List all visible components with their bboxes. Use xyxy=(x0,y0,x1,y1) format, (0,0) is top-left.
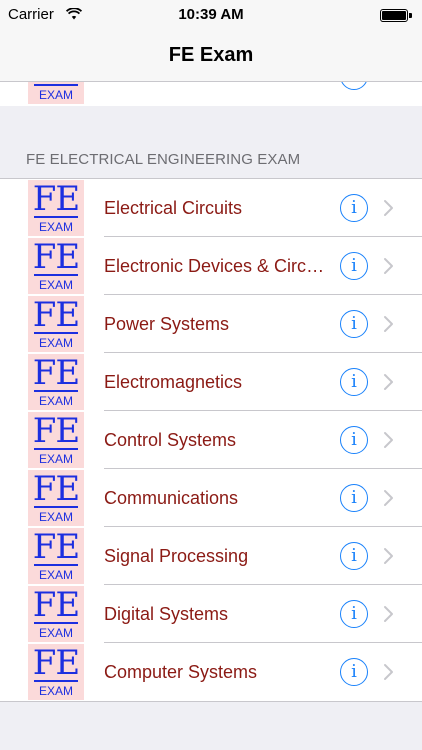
info-icon[interactable]: i xyxy=(340,252,368,280)
logo-rule xyxy=(34,84,78,86)
chevron-right-icon xyxy=(384,490,393,506)
section-header: FE ELECTRICAL ENGINEERING EXAM xyxy=(26,151,301,168)
logo-exam-text: EXAM xyxy=(38,626,73,640)
list-item-power-systems[interactable]: FE EXAM Power Systems i xyxy=(0,295,422,353)
list-item-label: Computer Systems xyxy=(104,662,258,682)
chevron-right-icon xyxy=(384,374,393,390)
list-item-label: Electronic Devices & Circuits xyxy=(104,256,330,276)
logo-exam-text: EXAM xyxy=(38,452,73,466)
fe-exam-logo: FE EXAM xyxy=(28,180,84,236)
logo-exam-text: EXAM xyxy=(38,220,73,234)
logo-exam-text: EXAM xyxy=(38,568,73,582)
logo-rule xyxy=(34,506,78,508)
page-title: FE Exam xyxy=(168,44,254,66)
list-item-label: Communications xyxy=(104,488,239,508)
info-icon[interactable]: i xyxy=(340,310,368,338)
chevron-right-icon xyxy=(384,548,393,564)
chevron-right-icon xyxy=(384,664,393,680)
chevron-right-icon xyxy=(384,316,393,332)
list-item-signal-processing[interactable]: FE EXAM Signal Processing i xyxy=(0,527,422,585)
logo-rule xyxy=(34,274,78,276)
logo-fe-text: FE xyxy=(32,643,80,683)
list-item-label: Signal Processing xyxy=(104,546,249,566)
topic-list: FE EXAM Electrical Circuits i FE EXAM El… xyxy=(0,178,422,702)
list-item-electrical-circuits[interactable]: FE EXAM Electrical Circuits i xyxy=(0,179,422,237)
info-icon[interactable]: i xyxy=(340,368,368,396)
info-icon[interactable]: i xyxy=(340,426,368,454)
navigation-bar: FE Exam xyxy=(0,30,422,82)
logo-fe-text: FE xyxy=(32,237,80,277)
list-item-label: Electrical Circuits xyxy=(104,198,243,218)
list-item-label: Electromagnetics xyxy=(104,372,243,392)
list-item-label: Control Systems xyxy=(104,430,237,450)
chevron-right-icon xyxy=(384,258,393,274)
logo-exam-text: EXAM xyxy=(38,88,73,102)
fe-exam-logo: FE EXAM xyxy=(28,644,84,700)
logo-fe-text: FE xyxy=(32,527,80,567)
logo-fe-text: FE xyxy=(32,179,80,219)
info-icon[interactable]: i xyxy=(340,82,368,90)
fe-exam-logo: FE EXAM xyxy=(28,586,84,642)
fe-exam-logo: FE EXAM xyxy=(28,528,84,584)
logo-exam-text: EXAM xyxy=(38,684,73,698)
logo-rule xyxy=(34,622,78,624)
status-bar: Carrier 10:39 AM xyxy=(0,0,422,30)
info-icon[interactable]: i xyxy=(340,484,368,512)
fe-exam-logo: FE EXAM xyxy=(28,470,84,526)
list-item-electronic-devices-circuits[interactable]: FE EXAM Electronic Devices & Circuits i xyxy=(0,237,422,295)
chevron-right-icon xyxy=(384,432,393,448)
list-item-communications[interactable]: FE EXAM Communications i xyxy=(0,469,422,527)
fe-exam-logo: FE EXAM xyxy=(28,296,84,352)
logo-rule xyxy=(34,680,78,682)
fe-exam-logo: FE EXAM xyxy=(28,354,84,410)
logo-exam-text: EXAM xyxy=(38,278,73,292)
list-item-control-systems[interactable]: FE EXAM Control Systems i xyxy=(0,411,422,469)
partial-list-item[interactable]: FE EXAM i xyxy=(0,82,422,106)
logo-rule xyxy=(34,390,78,392)
list-item-computer-systems[interactable]: FE EXAM Computer Systems i xyxy=(0,643,422,701)
info-icon[interactable]: i xyxy=(340,542,368,570)
list-item-label: Digital Systems xyxy=(104,604,229,624)
list-item-electromagnetics[interactable]: FE EXAM Electromagnetics i xyxy=(0,353,422,411)
logo-exam-text: EXAM xyxy=(38,510,73,524)
battery-tip xyxy=(409,13,412,18)
clock: 10:39 AM xyxy=(178,6,244,23)
list-item-label: Power Systems xyxy=(104,314,230,334)
logo-exam-text: EXAM xyxy=(38,336,73,350)
logo-fe-text: FE xyxy=(32,469,80,509)
info-icon[interactable]: i xyxy=(340,658,368,686)
logo-fe-text: FE xyxy=(32,585,80,625)
logo-fe-text: FE xyxy=(32,411,80,451)
logo-fe-text: FE xyxy=(32,295,80,335)
info-icon[interactable]: i xyxy=(340,600,368,628)
logo-rule xyxy=(34,216,78,218)
logo-rule xyxy=(34,564,78,566)
info-icon[interactable]: i xyxy=(340,194,368,222)
battery-icon xyxy=(380,9,408,22)
list-item-digital-systems[interactable]: FE EXAM Digital Systems i xyxy=(0,585,422,643)
fe-exam-logo: FE EXAM xyxy=(28,412,84,468)
fe-exam-logo: FE EXAM xyxy=(28,82,84,104)
chevron-right-icon xyxy=(384,200,393,216)
logo-rule xyxy=(34,448,78,450)
chevron-right-icon xyxy=(384,606,393,622)
fe-exam-logo: FE EXAM xyxy=(28,238,84,294)
logo-fe-text: FE xyxy=(32,353,80,393)
logo-exam-text: EXAM xyxy=(38,394,73,408)
logo-rule xyxy=(34,332,78,334)
